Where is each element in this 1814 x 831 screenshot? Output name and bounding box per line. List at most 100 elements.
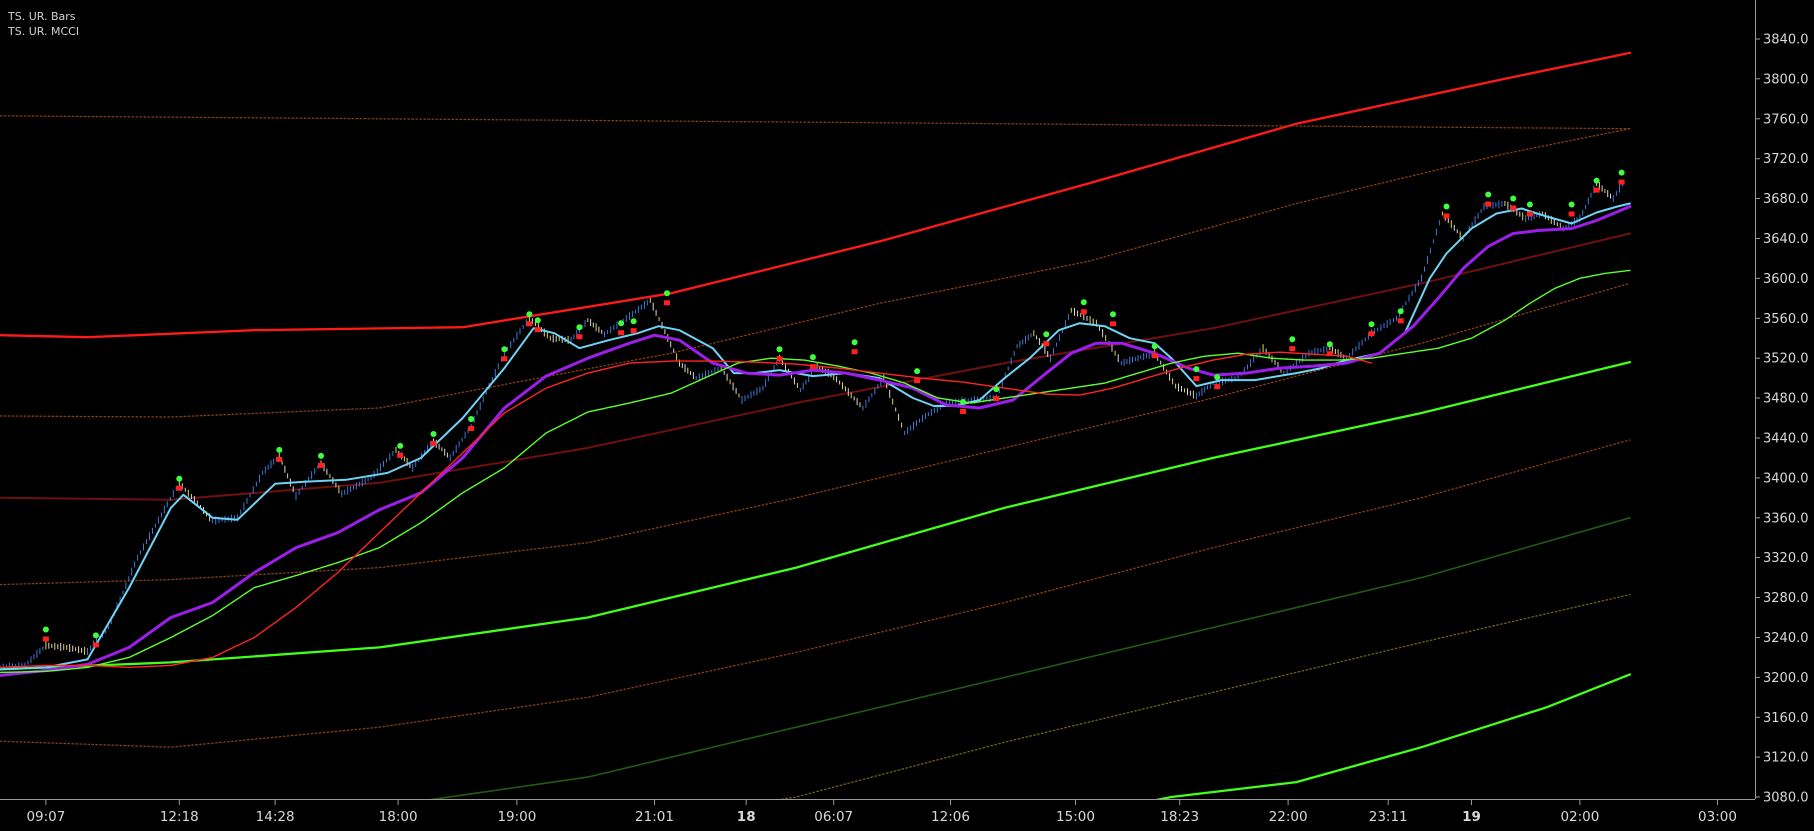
- swing-high-marker: [1443, 203, 1450, 210]
- swing-low-marker: [1618, 179, 1625, 185]
- line-purple: [0, 205, 1632, 677]
- x-tick-label: 21:01: [635, 809, 674, 825]
- x-tick-label: 18:23: [1160, 809, 1199, 825]
- swing-low-marker: [664, 300, 670, 306]
- y-tick-label: 3480.0: [1763, 392, 1809, 407]
- swing-high-marker: [1568, 201, 1575, 208]
- swing-high-marker: [993, 386, 1000, 393]
- swing-low-marker: [276, 456, 283, 462]
- swing-high-marker: [664, 290, 670, 297]
- chart-canvas[interactable]: 3840.0 3800.0 3760.0 3720.0 3680.0 3640.0 3600…: [0, 0, 1814, 831]
- time-axis[interactable]: 09:07 12:18 14:28 18:00 19:00 21:01 18 06:07 12:…: [26, 799, 1737, 825]
- band-orange_2: [0, 128, 1631, 418]
- legend-mcci-label[interactable]: TS. UR. MCCI: [8, 24, 79, 39]
- swing-low-marker: [1443, 213, 1450, 219]
- x-tick-label: 18:00: [379, 809, 418, 825]
- line-cyan: [0, 202, 1631, 671]
- swing-high-marker: [92, 632, 99, 639]
- y-tick-label: 3800.0: [1763, 72, 1809, 87]
- swing-low-marker: [318, 462, 324, 468]
- y-tick-label: 3520.0: [1763, 352, 1809, 367]
- swing-high-marker: [630, 318, 637, 325]
- x-tick-label: 12:06: [931, 809, 970, 825]
- swing-low-marker: [468, 426, 475, 431]
- swing-low-marker: [42, 636, 49, 642]
- swing-high-marker: [501, 346, 508, 353]
- y-tick-label: 3080.0: [1763, 791, 1809, 806]
- swing-high-marker: [176, 475, 183, 482]
- y-tick-label: 3400.0: [1763, 471, 1809, 486]
- swing-high-marker: [1151, 343, 1158, 350]
- swing-low-marker: [1593, 187, 1600, 193]
- swing-high-marker: [1043, 331, 1050, 338]
- swing-low-marker: [776, 356, 783, 362]
- swing-low-marker: [576, 334, 583, 340]
- swing-high-marker: [1485, 191, 1492, 198]
- envelope-bands: [0, 51, 1632, 799]
- y-tick-label: 3720.0: [1763, 152, 1809, 167]
- swing-high-marker: [960, 399, 966, 405]
- swing-high-marker: [318, 452, 324, 459]
- y-tick-label: 3560.0: [1763, 312, 1809, 327]
- swing-low-marker: [618, 330, 625, 336]
- indicator-lines: [0, 202, 1632, 677]
- swing-low-marker: [1289, 346, 1296, 352]
- swing-high-marker: [397, 442, 404, 449]
- y-tick-label: 3440.0: [1763, 432, 1809, 447]
- y-tick-label: 3120.0: [1763, 751, 1809, 766]
- swing-high-marker: [534, 317, 541, 324]
- band-orange_3: [0, 282, 1631, 586]
- swing-low-marker: [1326, 351, 1333, 357]
- swing-high-marker: [1368, 321, 1375, 328]
- swing-high-marker: [276, 446, 283, 453]
- y-tick-label: 3280.0: [1763, 591, 1809, 606]
- y-tick-label: 3640.0: [1763, 232, 1809, 247]
- swing-low-marker: [430, 441, 437, 446]
- band-orange_1: [0, 115, 1631, 130]
- band-dark_green: [429, 517, 1631, 799]
- band-red_top: [0, 51, 1632, 339]
- price-axis[interactable]: 3840.0 3800.0 3760.0 3720.0 3680.0 3640.0 3600…: [1755, 33, 1809, 806]
- x-tick-label: 12:18: [160, 809, 199, 825]
- x-tick-label: 19: [1462, 809, 1481, 825]
- swing-high-marker: [576, 324, 583, 331]
- swing-high-marker: [914, 368, 921, 375]
- swing-high-marker: [1397, 308, 1404, 315]
- swing-high-marker: [430, 431, 437, 437]
- swing-low-marker: [1397, 318, 1404, 324]
- y-tick-label: 3760.0: [1763, 112, 1809, 127]
- x-tick-label: 09:07: [26, 809, 65, 825]
- swing-low-marker: [1043, 341, 1050, 347]
- y-tick-label: 3240.0: [1763, 631, 1809, 646]
- y-tick-label: 3200.0: [1763, 671, 1809, 686]
- legend-bars-label[interactable]: TS. UR. Bars: [8, 9, 79, 24]
- swing-low-marker: [914, 378, 921, 384]
- swing-low-marker: [397, 452, 404, 458]
- swing-low-marker: [1151, 353, 1158, 359]
- swing-high-marker: [1326, 341, 1333, 348]
- swing-low-marker: [960, 409, 966, 414]
- swing-low-marker: [176, 485, 183, 491]
- x-tick-label: 18: [737, 809, 756, 825]
- swing-markers: [42, 169, 1625, 648]
- swing-low-marker: [1485, 201, 1492, 207]
- swing-low-marker: [630, 328, 637, 334]
- price-chart[interactable]: 3840.0 3800.0 3760.0 3720.0 3680.0 3640.0 3600…: [0, 0, 1814, 831]
- band-green_low: [1155, 673, 1632, 799]
- x-tick-label: 14:28: [256, 809, 295, 825]
- x-tick-label: 06:07: [814, 809, 853, 825]
- price-bars: [0, 180, 1624, 671]
- swing-high-marker: [1110, 311, 1116, 318]
- swing-high-marker: [1289, 336, 1296, 343]
- swing-high-marker: [468, 416, 475, 422]
- swing-low-marker: [993, 396, 1000, 402]
- swing-high-marker: [1510, 195, 1517, 202]
- y-tick-label: 3360.0: [1763, 511, 1809, 526]
- swing-low-marker: [1193, 376, 1200, 382]
- swing-low-marker: [809, 364, 816, 370]
- swing-low-marker: [501, 356, 508, 362]
- swing-high-marker: [1193, 366, 1200, 373]
- swing-high-marker: [851, 339, 858, 346]
- swing-high-marker: [618, 320, 625, 327]
- swing-low-marker: [1526, 211, 1533, 217]
